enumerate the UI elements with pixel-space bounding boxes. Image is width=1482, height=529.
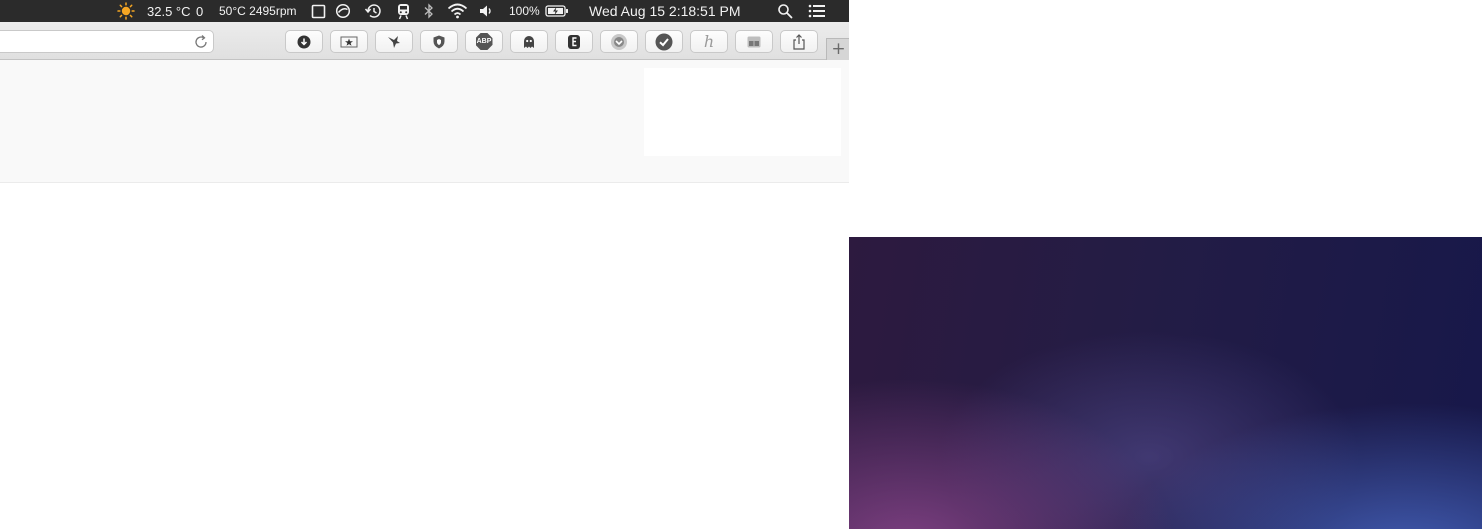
bird-extension-icon [386,34,402,50]
browser-toolbar: ABP h [0,22,849,60]
evernote-icon [567,34,581,50]
tab-grid-button[interactable] [735,30,773,53]
sync-icon[interactable] [335,0,351,22]
page-header-area [0,60,849,183]
adblock-plus-label: ABP [476,38,492,45]
datetime-readout[interactable]: Wed Aug 15 2:18:51 PM [589,0,741,22]
adblock-plus-icon: ABP [475,33,493,50]
address-bar[interactable] [0,30,214,53]
share-icon [792,33,806,50]
checkmark-extension-icon [655,33,673,51]
pocket-extension-icon [610,33,628,51]
counter-readout[interactable]: 0 [196,0,203,22]
tab-grid-icon [747,36,761,48]
cpu-stats-readout[interactable]: 50°C 2495rpm [219,0,297,22]
bookmark-star-icon [340,36,358,48]
battery-charging-icon[interactable] [545,0,569,22]
window-icon[interactable] [311,0,326,22]
spotlight-search-icon[interactable] [777,0,793,22]
battery-percent[interactable]: 100% [509,0,540,22]
desktop-wallpaper [849,237,1482,529]
reload-icon[interactable] [193,34,209,50]
ad-placeholder [644,68,841,156]
honey-extension-button[interactable]: h [690,30,728,53]
adblock-plus-button[interactable]: ABP [465,30,503,53]
notification-center-icon[interactable] [808,0,826,22]
downloads-icon [297,35,311,49]
desktop-blank-area [849,0,1482,237]
honey-extension-icon: h [703,32,715,51]
evernote-button[interactable] [555,30,593,53]
time-machine-icon[interactable] [364,0,382,22]
checkmark-extension-button[interactable] [645,30,683,53]
menu-bar: 32.5 °C 0 50°C 2495rpm 100% Wed Aug 15 2… [0,0,849,22]
volume-icon[interactable] [478,0,494,22]
ghostery-button[interactable] [510,30,548,53]
wifi-icon[interactable] [447,0,468,22]
train-icon[interactable] [396,0,411,22]
downloads-button[interactable] [285,30,323,53]
temperature-readout[interactable]: 32.5 °C [147,0,191,22]
share-button[interactable] [780,30,818,53]
bird-extension-button[interactable] [375,30,413,53]
bluetooth-icon[interactable] [422,0,436,22]
ghostery-icon [523,35,535,49]
shield-extension-icon [433,35,445,49]
bookmark-star-button[interactable] [330,30,368,53]
browser-window: ABP h + [0,22,849,529]
pocket-extension-button[interactable] [600,30,638,53]
new-tab-button[interactable]: + [826,38,849,60]
sun-icon[interactable] [117,0,135,22]
shield-extension-button[interactable] [420,30,458,53]
